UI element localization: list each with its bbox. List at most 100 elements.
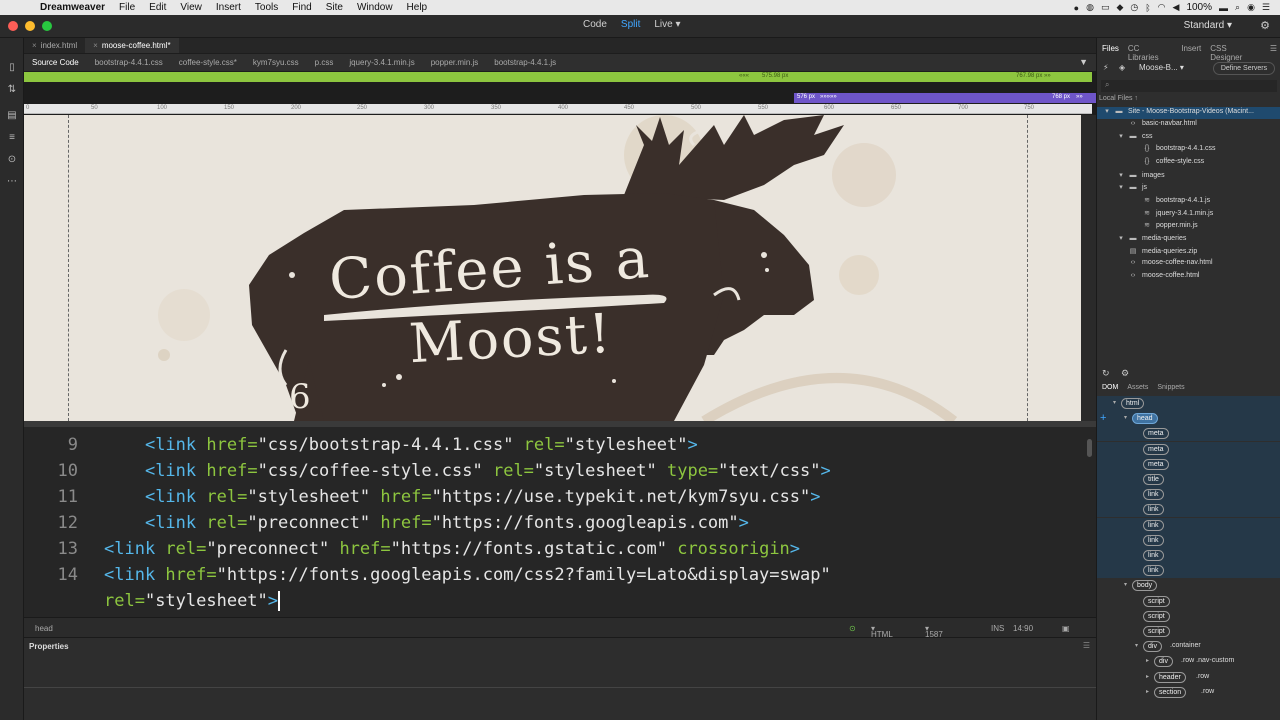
dom-tag-chip[interactable]: div	[1154, 656, 1173, 668]
disclosure-arrow-icon[interactable]: ▾	[1124, 414, 1127, 421]
dom-node[interactable]: script	[1097, 609, 1280, 624]
dom-tag-chip[interactable]: link	[1143, 519, 1164, 531]
dom-tag-chip[interactable]: link	[1143, 534, 1164, 546]
inspect-icon[interactable]: ⊙	[0, 148, 24, 170]
dom-tag-chip[interactable]: div	[1143, 641, 1162, 653]
code-scrollbar[interactable]	[1084, 427, 1096, 617]
battery-icon[interactable]: ▬	[1219, 3, 1228, 13]
dom-node[interactable]: ▸ div .row .nav-custom	[1097, 654, 1280, 669]
disclosure-arrow-icon[interactable]: ▾	[1113, 399, 1116, 406]
workspace-switcher[interactable]: Standard ▾	[1184, 20, 1232, 31]
tab-cc-libraries[interactable]: CC Libraries	[1128, 44, 1172, 62]
window-size-select[interactable]: 1587 x 457 ▾	[925, 624, 943, 657]
file-tree-item[interactable]: {} bootstrap-4.4.1.css	[1097, 145, 1280, 157]
site-icon[interactable]: ◈	[1119, 63, 1125, 72]
file-tree-item[interactable]: ▤ media-queries.zip	[1097, 247, 1280, 259]
dom-node[interactable]: link	[1097, 563, 1280, 579]
dom-node[interactable]: script	[1097, 624, 1280, 639]
dom-node[interactable]: link	[1097, 517, 1280, 533]
add-element-icon[interactable]: +	[1100, 412, 1106, 424]
code-line[interactable]: rel="stylesheet">	[24, 588, 281, 614]
file-tree-item[interactable]: {} coffee-style.css	[1097, 158, 1280, 170]
insert-mode[interactable]: INS	[991, 624, 1004, 633]
dom-tag-chip[interactable]: link	[1143, 489, 1164, 501]
plugins-icon[interactable]: ⚙	[1121, 368, 1129, 379]
related-file-bootstrap-js[interactable]: bootstrap-4.4.1.js	[486, 58, 564, 67]
tab-moose-coffee-html[interactable]: × moose-coffee.html*	[85, 38, 179, 53]
file-tree-item[interactable]: ▾ ▬ images	[1097, 171, 1280, 183]
dom-tag-chip[interactable]: html	[1121, 398, 1145, 409]
file-tree-item[interactable]: ≋ jquery-3.4.1.min.js	[1097, 209, 1280, 221]
display-icon[interactable]: ▭	[1101, 2, 1110, 13]
dom-tag-chip[interactable]: meta	[1143, 458, 1169, 470]
code-line[interactable]: 11 <link rel="stylesheet" href="https://…	[24, 484, 821, 510]
menu-view[interactable]: View	[180, 2, 202, 13]
dom-tag-chip[interactable]: meta	[1143, 428, 1169, 440]
dom-node[interactable]: ▸ section .row	[1097, 685, 1280, 700]
disclosure-arrow-icon[interactable]: ▾	[1115, 171, 1127, 179]
tab-assets[interactable]: Assets	[1127, 384, 1148, 396]
related-file-kym7syu-css[interactable]: kym7syu.css	[245, 58, 307, 67]
tab-files[interactable]: Files	[1102, 44, 1119, 56]
dom-node[interactable]: ▾ body	[1097, 578, 1280, 593]
open-documents-icon[interactable]: ▯	[0, 56, 24, 78]
menu-file[interactable]: File	[119, 2, 135, 13]
file-tree-item[interactable]: ▾ ▬ css	[1097, 132, 1280, 144]
media-query-bar-max-width[interactable]: ««« 575.98 px 767.98 px »»	[24, 72, 1092, 82]
file-tree-item[interactable]: ≋ bootstrap-4.4.1.js	[1097, 196, 1280, 208]
tab-insert[interactable]: Insert	[1181, 44, 1201, 56]
scrollbar-thumb[interactable]	[1087, 439, 1092, 457]
tab-snippets[interactable]: Snippets	[1157, 384, 1184, 396]
battery-percent[interactable]: 100%	[1186, 2, 1212, 13]
disclosure-arrow-icon[interactable]: ▸	[1146, 688, 1149, 695]
dom-node[interactable]: meta	[1097, 426, 1280, 442]
live-view-button[interactable]: Live ▾	[654, 19, 680, 30]
menu-find[interactable]: Find	[292, 2, 311, 13]
close-icon[interactable]: ×	[93, 41, 98, 50]
code-line[interactable]: 12 <link rel="preconnect" href="https://…	[24, 510, 749, 536]
bluetooth-icon[interactable]: ᛒ	[1145, 3, 1150, 13]
preview-icon[interactable]: ▣	[1062, 624, 1070, 633]
user-icon[interactable]: ◉	[1247, 2, 1255, 13]
record-icon[interactable]: ●	[1074, 3, 1079, 13]
dom-tag-chip[interactable]: link	[1143, 565, 1164, 577]
related-file-popper-js[interactable]: popper.min.js	[423, 58, 487, 67]
refresh-icon[interactable]: ↻	[1102, 368, 1110, 379]
disclosure-arrow-icon[interactable]: ▸	[1146, 673, 1149, 680]
file-tree-item[interactable]: ‹› basic-navbar.html	[1097, 120, 1280, 132]
dom-tag-chip[interactable]: script	[1143, 610, 1170, 622]
connect-icon[interactable]: ⚡	[1103, 63, 1109, 72]
dom-tag-chip[interactable]: script	[1143, 626, 1170, 637]
menu-window[interactable]: Window	[357, 2, 393, 13]
dom-node[interactable]: script	[1097, 594, 1280, 609]
dom-node[interactable]: link	[1097, 548, 1280, 563]
tab-dom[interactable]: DOM	[1102, 384, 1118, 396]
tab-index-html[interactable]: × index.html	[24, 38, 85, 53]
file-tree-item[interactable]: ‹› moose-coffee.html	[1097, 272, 1280, 284]
disclosure-arrow-icon[interactable]: ▾	[1124, 581, 1127, 588]
disclosure-arrow-icon[interactable]: ▾	[1115, 234, 1127, 242]
dom-node[interactable]: ▸ header .row	[1097, 670, 1280, 685]
format-source-icon[interactable]: ≡	[0, 126, 24, 148]
define-servers-button[interactable]: Define Servers	[1213, 62, 1275, 75]
site-select[interactable]: Moose-B... ▾	[1139, 63, 1209, 75]
menu-tools[interactable]: Tools	[255, 2, 278, 13]
menu-site[interactable]: Site	[326, 2, 343, 13]
dom-node[interactable]: link	[1097, 502, 1280, 518]
code-editor[interactable]: 9 <link href="css/bootstrap-4.4.1.css" r…	[24, 427, 1084, 617]
time-machine-icon[interactable]: ◷	[1130, 2, 1138, 13]
filter-icon[interactable]: ▼	[1079, 57, 1088, 67]
file-management-icon[interactable]: ⇅	[0, 78, 24, 100]
volume-icon[interactable]: ◀	[1173, 2, 1180, 13]
more-tools-icon[interactable]: ⋯	[0, 170, 24, 192]
code-view-button[interactable]: Code	[583, 19, 607, 30]
dom-node[interactable]: ▾ div .container	[1097, 639, 1280, 654]
code-line[interactable]: 14 <link href="https://fonts.googleapis.c…	[24, 562, 831, 588]
menu-help[interactable]: Help	[407, 2, 428, 13]
files-search-input[interactable]: ⌕	[1101, 80, 1277, 92]
disclosure-arrow-icon[interactable]: ▾	[1135, 642, 1138, 649]
dom-node[interactable]: ▾ html	[1097, 396, 1280, 411]
panel-menu-icon[interactable]: ☰	[1083, 641, 1090, 650]
dom-tag-chip[interactable]: header	[1154, 671, 1186, 683]
file-tree-item[interactable]: ≋ popper.min.js	[1097, 221, 1280, 233]
